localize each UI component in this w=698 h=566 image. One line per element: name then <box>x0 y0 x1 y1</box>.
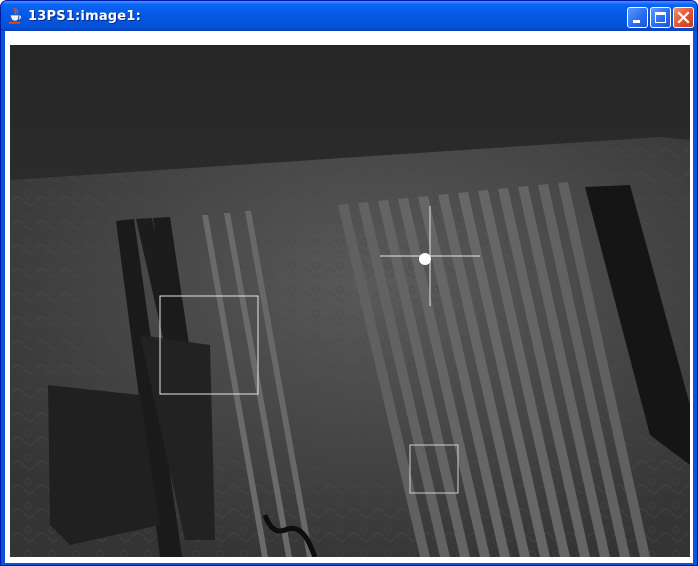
minimize-button[interactable] <box>627 7 648 28</box>
camera-image-render <box>10 45 690 557</box>
close-button[interactable] <box>673 7 694 28</box>
maximize-button[interactable] <box>650 7 671 28</box>
close-icon <box>677 11 690 24</box>
window-title: 13PS1:image1: <box>28 9 141 24</box>
title-bar[interactable]: 13PS1:image1: <box>1 1 697 31</box>
maximize-icon <box>655 12 666 23</box>
minimize-icon <box>633 20 640 23</box>
camera-image[interactable] <box>10 45 690 557</box>
java-cup-icon <box>7 7 23 25</box>
